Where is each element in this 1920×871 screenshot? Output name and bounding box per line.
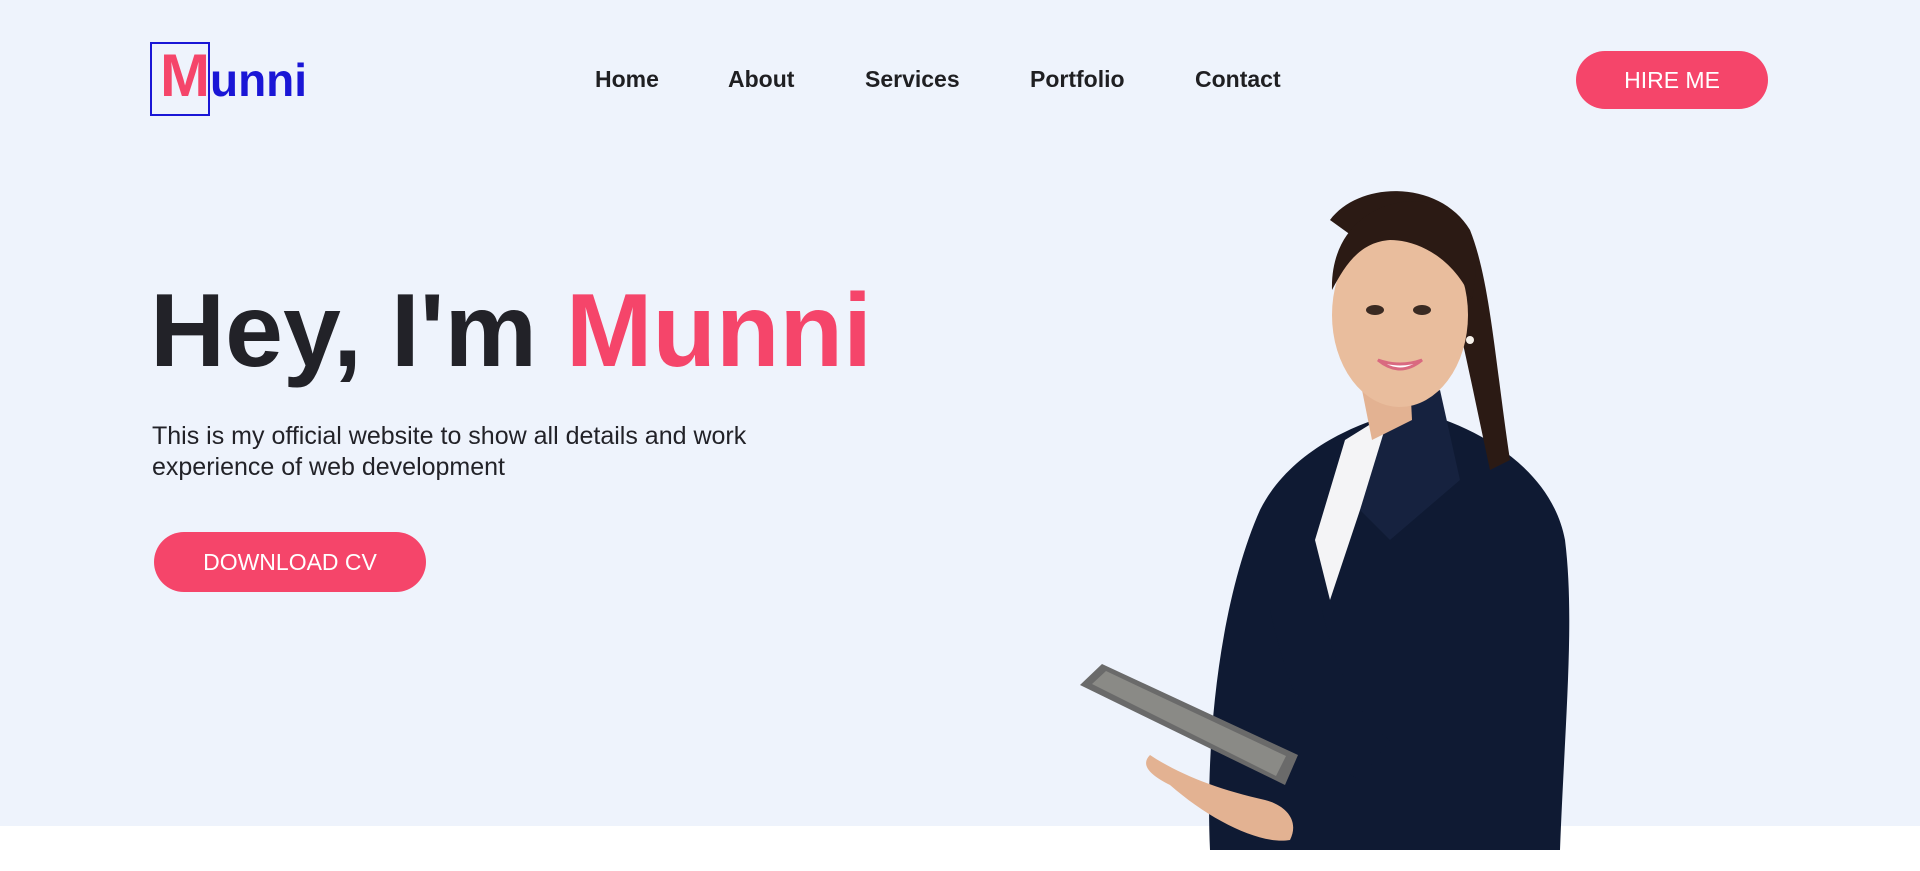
- hire-me-button[interactable]: HIRE ME: [1576, 51, 1768, 109]
- hero-headline: Hey, I'm Munni: [150, 272, 872, 392]
- nav-services[interactable]: Services: [865, 66, 960, 93]
- nav-contact[interactable]: Contact: [1195, 66, 1281, 93]
- hero-subtitle: This is my official website to show all …: [152, 422, 747, 481]
- hero-section: Munni Home About Services Portfolio Cont…: [0, 0, 1920, 850]
- logo-text: Munni: [160, 46, 307, 106]
- nav-about[interactable]: About: [728, 66, 794, 93]
- hero-greeting: Hey, I'm: [150, 273, 566, 389]
- hero-name: Munni: [565, 273, 872, 389]
- download-cv-button[interactable]: DOWNLOAD CV: [154, 532, 426, 592]
- portrait-image: [1080, 191, 1570, 850]
- site-logo[interactable]: Munni: [150, 42, 310, 118]
- logo-rest: unni: [209, 54, 308, 106]
- nav-portfolio[interactable]: Portfolio: [1030, 66, 1125, 93]
- logo-initial: M: [160, 42, 210, 109]
- nav-home[interactable]: Home: [595, 66, 659, 93]
